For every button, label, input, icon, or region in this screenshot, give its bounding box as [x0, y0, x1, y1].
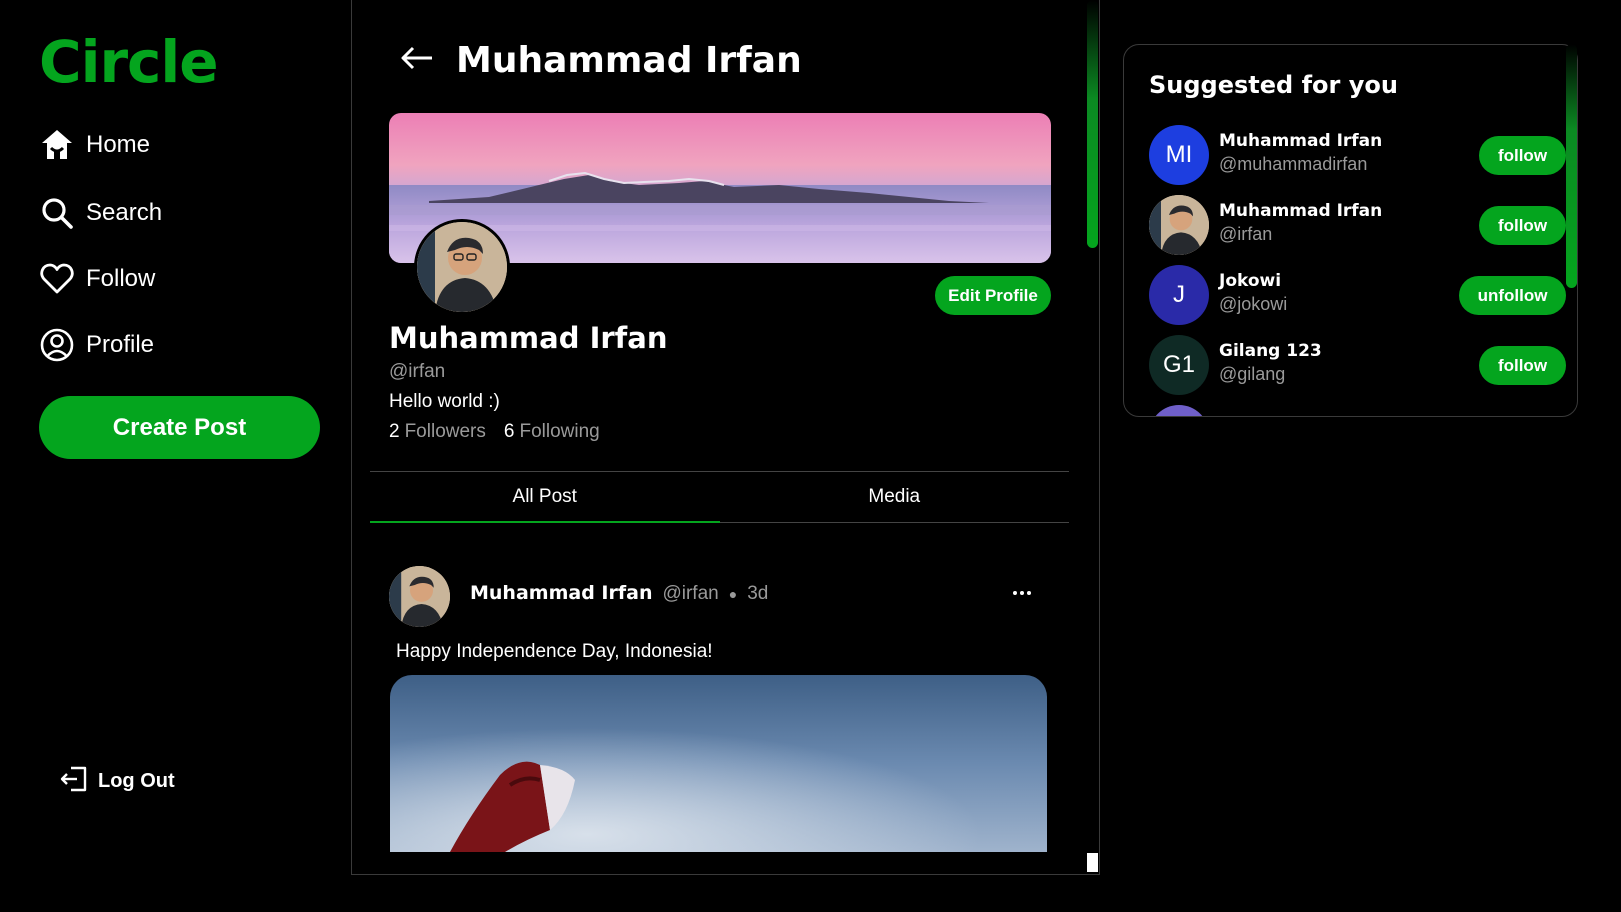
sidebar-item-label: Home: [86, 131, 151, 158]
suggested-user-handle: @jokowi: [1219, 294, 1288, 314]
tab-media[interactable]: Media: [720, 472, 1070, 522]
following-label[interactable]: Following: [519, 421, 599, 443]
suggested-user-name[interactable]: Jokowi: [1219, 271, 1281, 291]
separator-dot: ●: [728, 586, 738, 602]
page-header: Muhammad Irfan: [400, 40, 802, 81]
avatar[interactable]: [1149, 405, 1209, 416]
back-arrow-icon[interactable]: [400, 46, 434, 75]
post-image[interactable]: [390, 675, 1047, 852]
sidebar-item-label: Profile: [86, 331, 155, 358]
edit-profile-button[interactable]: Edit Profile: [935, 276, 1051, 315]
search-icon: [40, 196, 74, 230]
follow-button[interactable]: follow: [1479, 136, 1566, 175]
user-circle-icon: [40, 328, 74, 362]
post-author-name[interactable]: Muhammad Irfan: [470, 582, 652, 604]
suggested-user-name[interactable]: Muhammad Irfan: [1219, 201, 1382, 221]
profile-name: Muhammad Irfan: [389, 321, 668, 355]
unfollow-button[interactable]: unfollow: [1459, 276, 1566, 315]
avatar[interactable]: J: [1149, 265, 1209, 325]
suggested-user-handle: @gilang: [1219, 364, 1286, 384]
post-header: Muhammad Irfan @irfan ● 3d: [470, 582, 768, 605]
create-post-button[interactable]: Create Post: [39, 396, 320, 459]
post-text: Happy Independence Day, Indonesia!: [396, 641, 713, 662]
sidebar-item-profile[interactable]: Profile: [40, 328, 154, 362]
sidebar-item-home[interactable]: Home: [40, 128, 150, 162]
logout-icon: [60, 766, 88, 797]
avatar[interactable]: MI: [1149, 125, 1209, 185]
following-count: 6: [503, 421, 515, 442]
suggested-user-name[interactable]: Gilang 123: [1219, 341, 1322, 361]
sidebar-item-label: Search: [86, 199, 163, 226]
follow-button[interactable]: [1479, 416, 1566, 417]
post-author-handle: @irfan: [662, 583, 719, 604]
suggested-user-partial: [1149, 405, 1549, 416]
follow-button[interactable]: follow: [1479, 346, 1566, 385]
more-options-icon[interactable]: [1010, 586, 1034, 600]
suggested-user: G1 Gilang 123 @gilang follow: [1149, 335, 1566, 395]
followers-count: 2: [389, 421, 400, 442]
profile-handle: @irfan: [389, 361, 446, 382]
post-time: 3d: [747, 583, 769, 604]
tab-all-post[interactable]: All Post: [370, 472, 720, 523]
heart-icon: [40, 262, 74, 296]
center-scrollbar-end[interactable]: [1087, 853, 1098, 872]
logout-button[interactable]: Log Out: [60, 766, 175, 797]
profile-bio: Hello world :): [389, 391, 500, 412]
suggested-user: MI Muhammad Irfan @muhammadirfan follow: [1149, 125, 1566, 185]
profile-avatar[interactable]: [414, 219, 510, 315]
logout-label: Log Out: [98, 770, 175, 792]
suggested-user-handle: @irfan: [1219, 224, 1273, 244]
suggested-panel: Suggested for you MI Muhammad Irfan @muh…: [1123, 44, 1578, 417]
suggested-title: Suggested for you: [1149, 71, 1398, 99]
center-scrollbar[interactable]: [1087, 0, 1098, 248]
brand-logo[interactable]: Circle: [39, 28, 219, 96]
suggested-user-handle: @muhammadirfan: [1219, 154, 1368, 174]
follow-button[interactable]: follow: [1479, 206, 1566, 245]
avatar[interactable]: [1149, 195, 1209, 255]
profile-stats: 2 Followers 6 Following: [389, 421, 600, 443]
home-icon: [40, 128, 74, 162]
profile-tabs: All Post Media: [370, 471, 1069, 523]
sidebar-item-search[interactable]: Search: [40, 196, 162, 230]
suggested-user: Muhammad Irfan @irfan follow: [1149, 195, 1566, 255]
sidebar-item-follow[interactable]: Follow: [40, 262, 155, 296]
followers-label[interactable]: Followers: [405, 421, 486, 443]
suggested-scrollbar[interactable]: [1566, 44, 1577, 288]
post-author-avatar[interactable]: [389, 566, 450, 627]
suggested-user-name[interactable]: Muhammad Irfan: [1219, 131, 1382, 151]
sidebar-item-label: Follow: [86, 265, 156, 292]
avatar[interactable]: G1: [1149, 335, 1209, 395]
page-title: Muhammad Irfan: [456, 40, 802, 81]
suggested-user: J Jokowi @jokowi unfollow: [1149, 265, 1566, 325]
